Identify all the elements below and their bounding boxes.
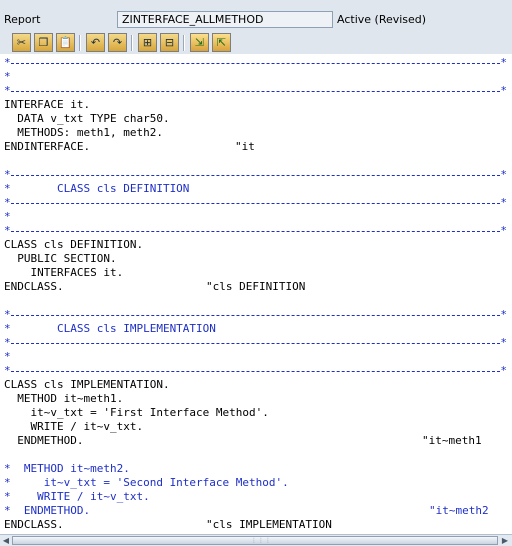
comment-rule: * * — [4, 56, 507, 69]
copy-icon: ❐ — [38, 36, 49, 49]
undo-button[interactable]: ↶ — [86, 33, 105, 52]
comment-line: * CLASS cls IMPLEMENTATION — [4, 322, 216, 335]
comment-line: * WRITE / it~v_txt. — [4, 490, 150, 503]
code-line: INTERFACE it. — [4, 98, 91, 111]
inline-comment: "cls DEFINITION — [206, 280, 306, 293]
inline-comment: "it — [235, 140, 255, 153]
code-line: ENDMETHOD. — [4, 434, 84, 447]
comment-rule: * * — [4, 336, 507, 349]
find-button[interactable]: ⊞ — [138, 33, 157, 52]
report-label: Report — [4, 13, 41, 26]
pattern-icon: ⇱ — [216, 36, 227, 49]
code-line: CLASS cls DEFINITION. — [4, 238, 144, 251]
toolbar-separator — [131, 35, 133, 51]
code-line: DATA v_txt TYPE char50. — [4, 112, 170, 125]
scrollbar-thumb[interactable]: ⋮⋮⋮ — [12, 536, 498, 545]
redo-button[interactable]: ↷ — [108, 33, 127, 52]
code-line: ENDCLASS. — [4, 518, 64, 531]
comment-rule: * * — [4, 196, 507, 209]
code-line: ENDCLASS. — [4, 280, 64, 293]
comment-line: * ENDMETHOD. — [4, 504, 91, 517]
comment-rule: * * — [4, 168, 507, 181]
comment-line: * it~v_txt = 'Second Interface Method'. — [4, 476, 289, 489]
paste-icon: 📋 — [58, 36, 73, 49]
inline-comment: "it~meth1 — [422, 434, 482, 447]
code-line: METHODS: meth1, meth2. — [4, 126, 163, 139]
scroll-right-icon[interactable]: ▶ — [500, 536, 510, 545]
comment-rule: * * — [4, 224, 507, 237]
code-line: PUBLIC SECTION. — [4, 252, 117, 265]
binoculars-icon: ⊞ — [142, 36, 153, 49]
scissors-icon: ✂ — [16, 36, 27, 49]
copy-button[interactable]: ❐ — [34, 33, 53, 52]
insert-statement-button[interactable]: ⇲ — [190, 33, 209, 52]
insert-statement-icon: ⇲ — [194, 36, 205, 49]
cut-button[interactable]: ✂ — [12, 33, 31, 52]
redo-icon: ↷ — [112, 36, 123, 49]
code-line: CLASS cls IMPLEMENTATION. — [4, 378, 170, 391]
editor-header: Report ZINTERFACE_ALLMETHOD Active (Revi… — [0, 0, 512, 33]
program-name-field[interactable]: ZINTERFACE_ALLMETHOD — [117, 11, 333, 28]
code-line: METHOD it~meth1. — [4, 392, 124, 405]
comment-line: * — [4, 210, 11, 223]
inline-comment: "it~meth2 — [429, 504, 489, 517]
comment-line: * — [4, 350, 11, 363]
grip-icon: ⋮⋮⋮ — [251, 537, 272, 544]
comment-rule: * * — [4, 84, 507, 97]
undo-icon: ↶ — [90, 36, 101, 49]
code-line: WRITE / it~v_txt. — [4, 420, 144, 433]
comment-rule: * * — [4, 308, 507, 321]
comment-line: * CLASS cls DEFINITION — [4, 182, 190, 195]
comment-line: * METHOD it~meth2. — [4, 462, 130, 475]
find-next-button[interactable]: ⊟ — [160, 33, 179, 52]
toolbar-separator — [79, 35, 81, 51]
code-line: ENDINTERFACE. — [4, 140, 91, 153]
status-label: Active (Revised) — [337, 13, 427, 26]
editor-toolbar: ✂ ❐ 📋 ↶ ↷ ⊞ ⊟ ⇲ ⇱ — [0, 32, 512, 54]
inline-comment: "cls IMPLEMENTATION — [206, 518, 332, 531]
code-line: INTERFACES it. — [4, 266, 124, 279]
code-line: it~v_txt = 'First Interface Method'. — [4, 406, 269, 419]
toolbar-separator — [183, 35, 185, 51]
paste-button[interactable]: 📋 — [56, 33, 75, 52]
pattern-button[interactable]: ⇱ — [212, 33, 231, 52]
comment-rule: * * — [4, 364, 507, 377]
comment-line: * — [4, 70, 11, 83]
horizontal-scrollbar[interactable]: ◀ ⋮⋮⋮ ▶ — [0, 534, 512, 546]
scroll-left-icon[interactable]: ◀ — [1, 536, 11, 545]
code-editor[interactable]: * * * * * INTERFACE it. DATA v_txt TYPE ch… — [0, 54, 512, 534]
binoculars-next-icon: ⊟ — [164, 36, 175, 49]
